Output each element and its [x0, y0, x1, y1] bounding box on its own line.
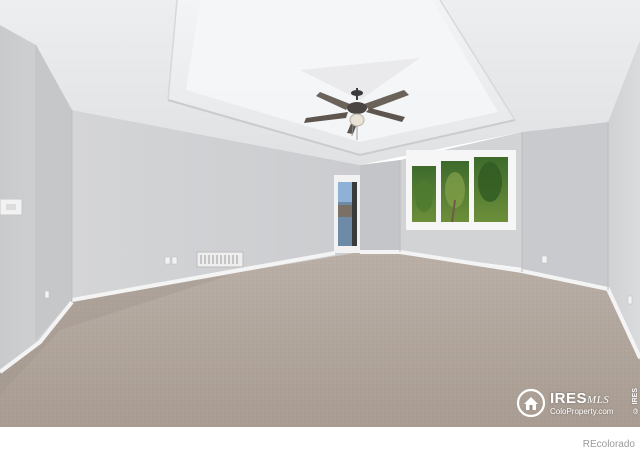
outlet: [164, 256, 171, 265]
alcove-wall: [360, 160, 400, 252]
ires-watermark: IRESMLS ColoProperty.com: [516, 386, 638, 420]
watermark-subtitle: ColoProperty.com: [550, 406, 614, 416]
door-panel: [352, 182, 357, 246]
right-back-wall: [522, 122, 608, 288]
watermark-brand: IRESMLS: [550, 389, 610, 407]
floor-vent: [196, 251, 244, 268]
photo-credit: REcolorado: [582, 439, 635, 450]
watermark-side-text: © IRES: [632, 388, 639, 414]
room-photo: [0, 0, 640, 427]
room-illustration: [0, 0, 640, 427]
house-in-circle-icon: [516, 388, 546, 418]
fan-light: [349, 113, 365, 127]
fan-motor: [347, 102, 367, 114]
